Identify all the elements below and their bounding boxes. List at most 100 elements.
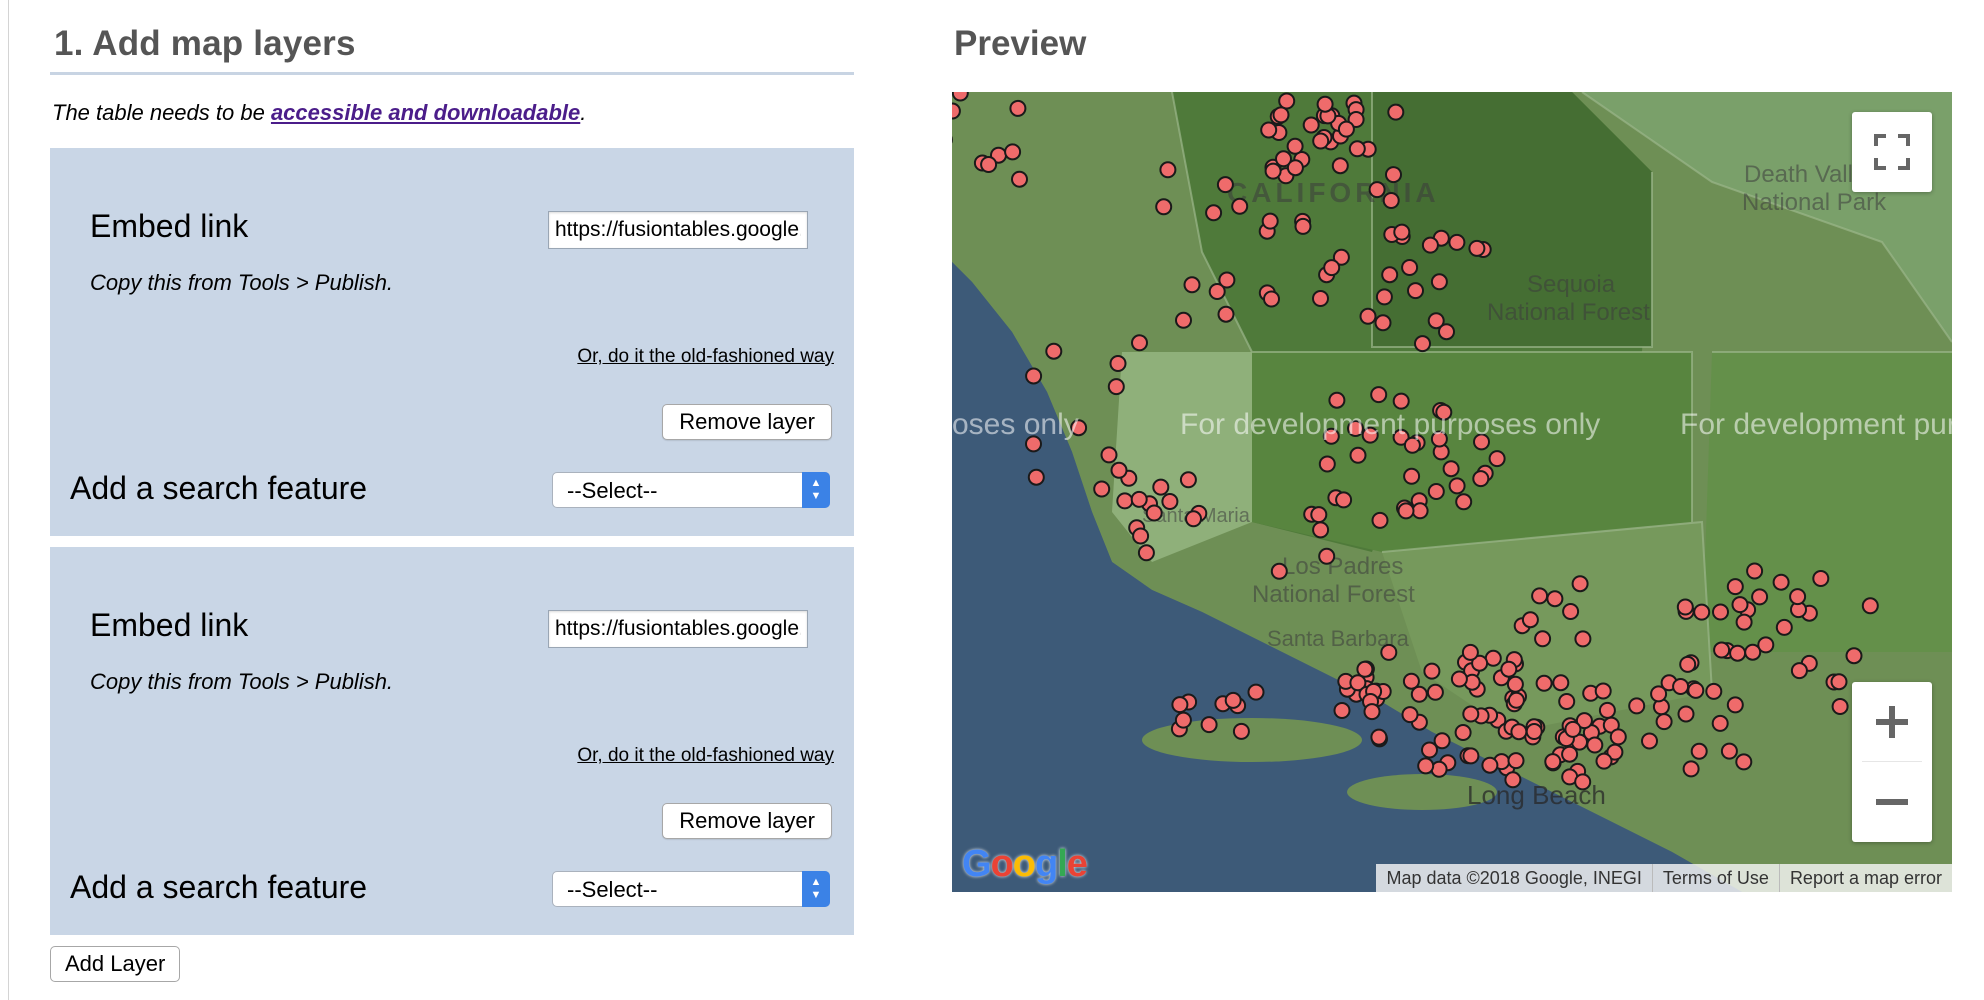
map-marker[interactable] xyxy=(1310,506,1328,524)
map-marker[interactable] xyxy=(1861,597,1879,615)
map-marker[interactable] xyxy=(1423,662,1441,680)
map-marker[interactable] xyxy=(1381,266,1399,284)
map-marker[interactable] xyxy=(1772,573,1790,591)
map-marker[interactable] xyxy=(1312,290,1329,307)
map-marker[interactable] xyxy=(1628,697,1646,715)
map-marker[interactable] xyxy=(1729,644,1747,662)
embed-link-input[interactable] xyxy=(548,610,808,648)
map-marker[interactable] xyxy=(1349,446,1367,464)
map-marker[interactable] xyxy=(1650,685,1668,703)
map-marker[interactable] xyxy=(1109,355,1127,372)
map-marker[interactable] xyxy=(1544,753,1562,771)
map-marker[interactable] xyxy=(1812,570,1830,587)
map-marker[interactable] xyxy=(1137,544,1155,562)
map-marker[interactable] xyxy=(1382,192,1400,209)
map-marker[interactable] xyxy=(1693,603,1711,621)
map-marker[interactable] xyxy=(1264,162,1282,180)
map-marker[interactable] xyxy=(1263,290,1280,308)
terms-of-use-link[interactable]: Terms of Use xyxy=(1651,864,1779,892)
map-marker[interactable] xyxy=(1690,742,1708,760)
map-marker[interactable] xyxy=(1318,547,1336,565)
map-marker[interactable] xyxy=(980,156,998,173)
map-marker[interactable] xyxy=(1331,157,1349,175)
map-marker[interactable] xyxy=(1417,757,1435,775)
map-marker[interactable] xyxy=(1316,95,1334,113)
map-marker[interactable] xyxy=(1594,682,1612,700)
map-marker[interactable] xyxy=(1468,239,1486,257)
map-marker[interactable] xyxy=(1562,603,1580,620)
map-marker[interactable] xyxy=(1534,630,1552,648)
map-marker[interactable] xyxy=(1506,675,1524,693)
map-marker[interactable] xyxy=(1302,116,1320,134)
map-marker[interactable] xyxy=(1328,391,1346,409)
map-marker[interactable] xyxy=(1093,480,1111,498)
map-preview[interactable]: CALIFORNIA Death Valley National Park Se… xyxy=(952,92,1952,892)
zoom-in-button[interactable] xyxy=(1852,682,1932,762)
map-marker[interactable] xyxy=(1374,314,1392,332)
map-marker[interactable] xyxy=(1488,450,1506,468)
map-marker[interactable] xyxy=(1713,641,1731,659)
map-marker[interactable] xyxy=(1641,732,1658,750)
map-marker[interactable] xyxy=(1521,611,1539,629)
map-marker[interactable] xyxy=(1676,598,1694,616)
map-marker[interactable] xyxy=(1152,478,1170,496)
map-marker[interactable] xyxy=(1845,647,1863,665)
map-marker[interactable] xyxy=(1609,728,1627,746)
map-marker[interactable] xyxy=(1735,613,1753,631)
fullscreen-button[interactable] xyxy=(1852,112,1932,192)
map-marker[interactable] xyxy=(1561,745,1579,763)
map-marker[interactable] xyxy=(1208,283,1226,300)
map-marker[interactable] xyxy=(1185,510,1202,528)
map-marker[interactable] xyxy=(1831,698,1849,715)
map-marker[interactable] xyxy=(952,92,969,102)
map-marker[interactable] xyxy=(1359,307,1377,325)
map-marker[interactable] xyxy=(1672,678,1690,695)
map-marker[interactable] xyxy=(1009,99,1027,117)
map-marker[interactable] xyxy=(1679,655,1697,673)
map-marker[interactable] xyxy=(1790,662,1808,680)
map-marker[interactable] xyxy=(1682,760,1700,778)
map-marker[interactable] xyxy=(1027,468,1045,486)
map-marker[interactable] xyxy=(1472,470,1490,488)
map-marker[interactable] xyxy=(1004,143,1022,161)
map-marker[interactable] xyxy=(1387,103,1405,121)
map-marker[interactable] xyxy=(1552,674,1570,692)
remove-layer-button[interactable]: Remove layer xyxy=(662,803,832,839)
map-marker[interactable] xyxy=(1335,491,1353,509)
map-marker[interactable] xyxy=(1278,92,1296,110)
map-marker[interactable] xyxy=(1430,273,1448,291)
map-marker[interactable] xyxy=(1426,683,1444,701)
map-marker[interactable] xyxy=(1130,490,1148,508)
map-marker[interactable] xyxy=(1407,282,1424,300)
map-marker[interactable] xyxy=(1462,747,1480,765)
map-marker[interactable] xyxy=(1231,197,1249,215)
map-marker[interactable] xyxy=(1731,596,1749,614)
map-marker[interactable] xyxy=(1401,706,1419,724)
map-marker[interactable] xyxy=(1011,170,1028,188)
map-marker[interactable] xyxy=(1687,681,1705,699)
map-marker[interactable] xyxy=(1401,259,1419,276)
report-map-error-link[interactable]: Report a map error xyxy=(1778,864,1952,892)
map-marker[interactable] xyxy=(1427,312,1445,330)
map-marker[interactable] xyxy=(1586,736,1604,754)
map-marker[interactable] xyxy=(1535,674,1553,692)
map-marker[interactable] xyxy=(1333,702,1351,719)
map-marker[interactable] xyxy=(1363,703,1381,721)
map-marker[interactable] xyxy=(1100,446,1118,464)
map-marker[interactable] xyxy=(1107,378,1125,396)
map-marker[interactable] xyxy=(1216,176,1234,194)
map-marker[interactable] xyxy=(1454,724,1472,741)
map-marker[interactable] xyxy=(1450,670,1468,688)
map-marker[interactable] xyxy=(1385,166,1402,184)
map-marker[interactable] xyxy=(1200,716,1218,734)
map-marker[interactable] xyxy=(1375,288,1393,306)
map-marker[interactable] xyxy=(1571,575,1589,593)
map-marker[interactable] xyxy=(1421,236,1439,254)
map-marker[interactable] xyxy=(1294,217,1312,235)
map-marker[interactable] xyxy=(1286,159,1304,177)
map-marker[interactable] xyxy=(1312,132,1330,150)
map-marker[interactable] xyxy=(1751,588,1769,606)
map-marker[interactable] xyxy=(1217,305,1235,323)
map-marker[interactable] xyxy=(1174,711,1192,729)
map-marker[interactable] xyxy=(1507,752,1525,770)
